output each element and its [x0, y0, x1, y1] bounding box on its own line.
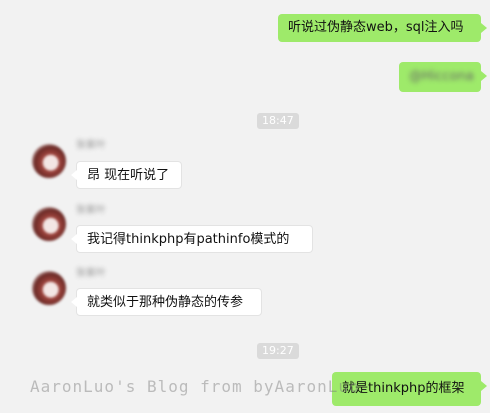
incoming-message[interactable]: 我记得thinkphp有pathinfo模式的: [71, 225, 313, 253]
message-text: 就是thinkphp的框架: [342, 381, 465, 396]
outgoing-message[interactable]: 听说过伪静态web，sql注入吗: [278, 14, 487, 42]
message-text: 我记得thinkphp有pathinfo模式的: [87, 232, 290, 247]
message-text: 昂 现在听说了: [87, 168, 170, 183]
timestamp: 19:27: [257, 343, 299, 359]
avatar[interactable]: [32, 271, 66, 305]
message-text: 就类似于那种伪静态的传参: [87, 295, 244, 310]
incoming-message[interactable]: 昂 现在听说了: [71, 161, 182, 189]
outgoing-message-mention[interactable]: @Hiccona: [399, 62, 487, 92]
avatar[interactable]: [32, 144, 66, 178]
chat-window: { "messages": { "m1": "听说过伪静态web，sql注入吗"…: [0, 0, 490, 413]
sender-name: 张紫叶: [76, 205, 106, 216]
sender-name: 张紫叶: [76, 140, 106, 151]
message-text: @Hiccona: [409, 69, 474, 84]
incoming-message[interactable]: 就类似于那种伪静态的传参: [71, 288, 262, 316]
timestamp: 18:47: [257, 113, 299, 129]
avatar[interactable]: [32, 207, 66, 241]
sender-name: 张紫叶: [76, 268, 106, 279]
watermark-text: AaronLuo's Blog from byAaronLuo: [30, 377, 360, 396]
message-text: 听说过伪静态web，sql注入吗: [288, 20, 464, 35]
